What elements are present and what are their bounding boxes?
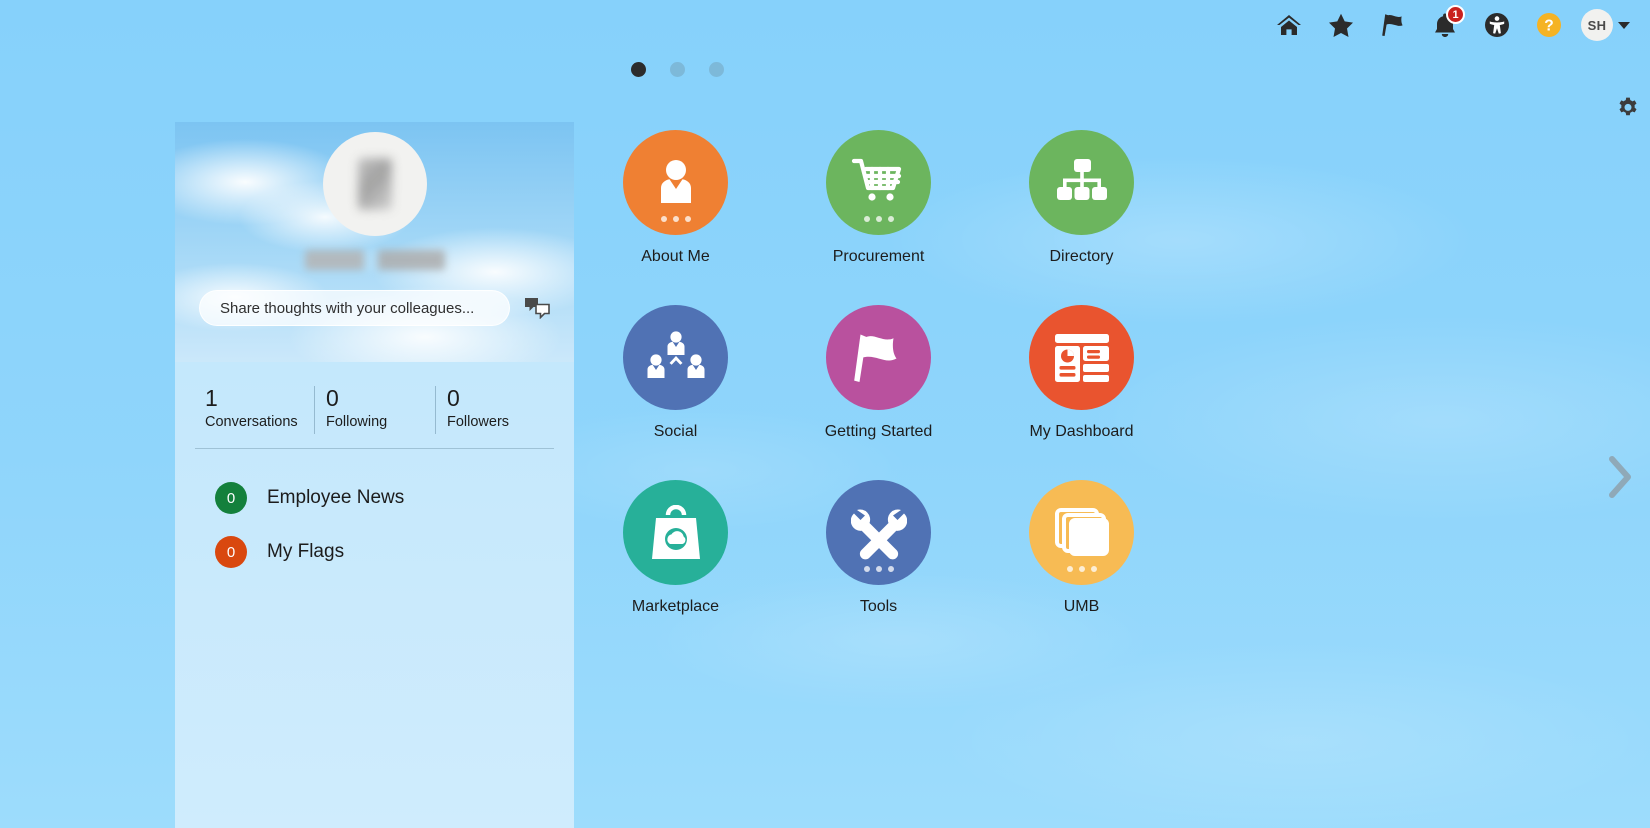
help-icon[interactable]: ? [1523,3,1575,47]
share-row: Share thoughts with your colleagues... [175,290,574,326]
pager-dot-1[interactable] [631,62,646,77]
user-menu[interactable]: SH [1581,9,1634,41]
tile-options-ellipsis[interactable] [863,566,894,572]
home-icon[interactable] [1263,3,1315,47]
tile-options-ellipsis[interactable] [660,216,691,222]
share-input[interactable]: Share thoughts with your colleagues... [199,290,510,326]
app-tile-label: Directory [1049,248,1114,265]
app-tile-umb[interactable]: UMB [980,480,1183,655]
app-tile-label: Tools [859,598,898,615]
app-tile-procurement[interactable]: Procurement [777,130,980,305]
profile-lists: 0 Employee News 0 My Flags [175,449,574,579]
app-tile-directory[interactable]: Directory [980,130,1183,305]
accessibility-icon[interactable] [1471,3,1523,47]
stat-label: Followers [447,414,510,430]
notifications-bell-icon[interactable]: 1 [1419,3,1471,47]
favorites-star-icon[interactable] [1315,3,1367,47]
flag-icon[interactable] [1367,3,1419,47]
carousel-pagination [631,62,724,77]
app-tile-label: Getting Started [824,423,933,440]
app-tile-label: My Dashboard [1029,423,1134,440]
avatar: SH [1581,9,1613,41]
gear-icon[interactable] [1616,96,1640,120]
person-card-icon [648,155,704,211]
tools-icon [850,506,907,560]
stat-label: Conversations [205,414,298,430]
app-tile-marketplace[interactable]: Marketplace [574,480,777,655]
conversation-bubbles-icon[interactable] [524,297,550,320]
people-group-icon [647,330,705,386]
profile-stats: 1 Conversations 0 Following 0 Followers [193,362,556,434]
global-header: 1 ? SH [0,0,1650,50]
app-tile-label: Marketplace [631,598,720,615]
list-item-label: My Flags [267,541,345,562]
notification-count-badge: 1 [1446,5,1465,24]
app-tile-label: Procurement [832,248,925,265]
tile-options-ellipsis[interactable] [863,216,894,222]
tile-options-ellipsis[interactable] [1066,566,1097,572]
flag-wave-icon [851,330,907,386]
profile-name-blurred [304,250,445,270]
profile-banner: Share thoughts with your colleagues... [175,122,574,362]
profile-panel: Share thoughts with your colleagues... 1… [175,122,574,828]
flags-badge-icon: 0 [215,536,247,568]
app-tile-label: UMB [1063,598,1100,615]
pager-dot-3[interactable] [709,62,724,77]
chevron-right-icon[interactable] [1598,450,1642,504]
profile-photo[interactable] [322,132,427,236]
shopping-bag-icon [650,504,702,561]
shopping-cart-icon [850,156,908,210]
pager-dot-2[interactable] [670,62,685,77]
stat-value: 1 [205,385,218,411]
app-tile-my-dashboard[interactable]: My Dashboard [980,305,1183,480]
stat-label: Following [326,414,388,430]
stat-following[interactable]: 0 Following [314,384,435,434]
stacked-cards-icon [1054,507,1110,559]
list-item-employee-news[interactable]: 0 Employee News [215,471,574,525]
dashboard-icon [1053,333,1111,383]
stat-value: 0 [447,385,460,411]
app-launcher-grid: About Me Procurement Directory Social Ge… [574,130,1194,655]
app-tile-about-me[interactable]: About Me [574,130,777,305]
svg-text:?: ? [1544,18,1553,35]
chevron-down-icon [1618,21,1630,29]
profile-photo-blurred [357,158,392,210]
stat-value: 0 [326,385,339,411]
stat-conversations[interactable]: 1 Conversations [193,384,314,430]
org-chart-icon [1054,157,1110,209]
list-item-my-flags[interactable]: 0 My Flags [215,525,574,579]
stat-followers[interactable]: 0 Followers [435,384,556,434]
app-tile-getting-started[interactable]: Getting Started [777,305,980,480]
app-tile-social[interactable]: Social [574,305,777,480]
app-tile-label: Social [653,423,698,440]
app-tile-tools[interactable]: Tools [777,480,980,655]
list-item-label: Employee News [267,487,405,508]
news-badge-icon: 0 [215,482,247,514]
app-tile-label: About Me [641,248,710,265]
